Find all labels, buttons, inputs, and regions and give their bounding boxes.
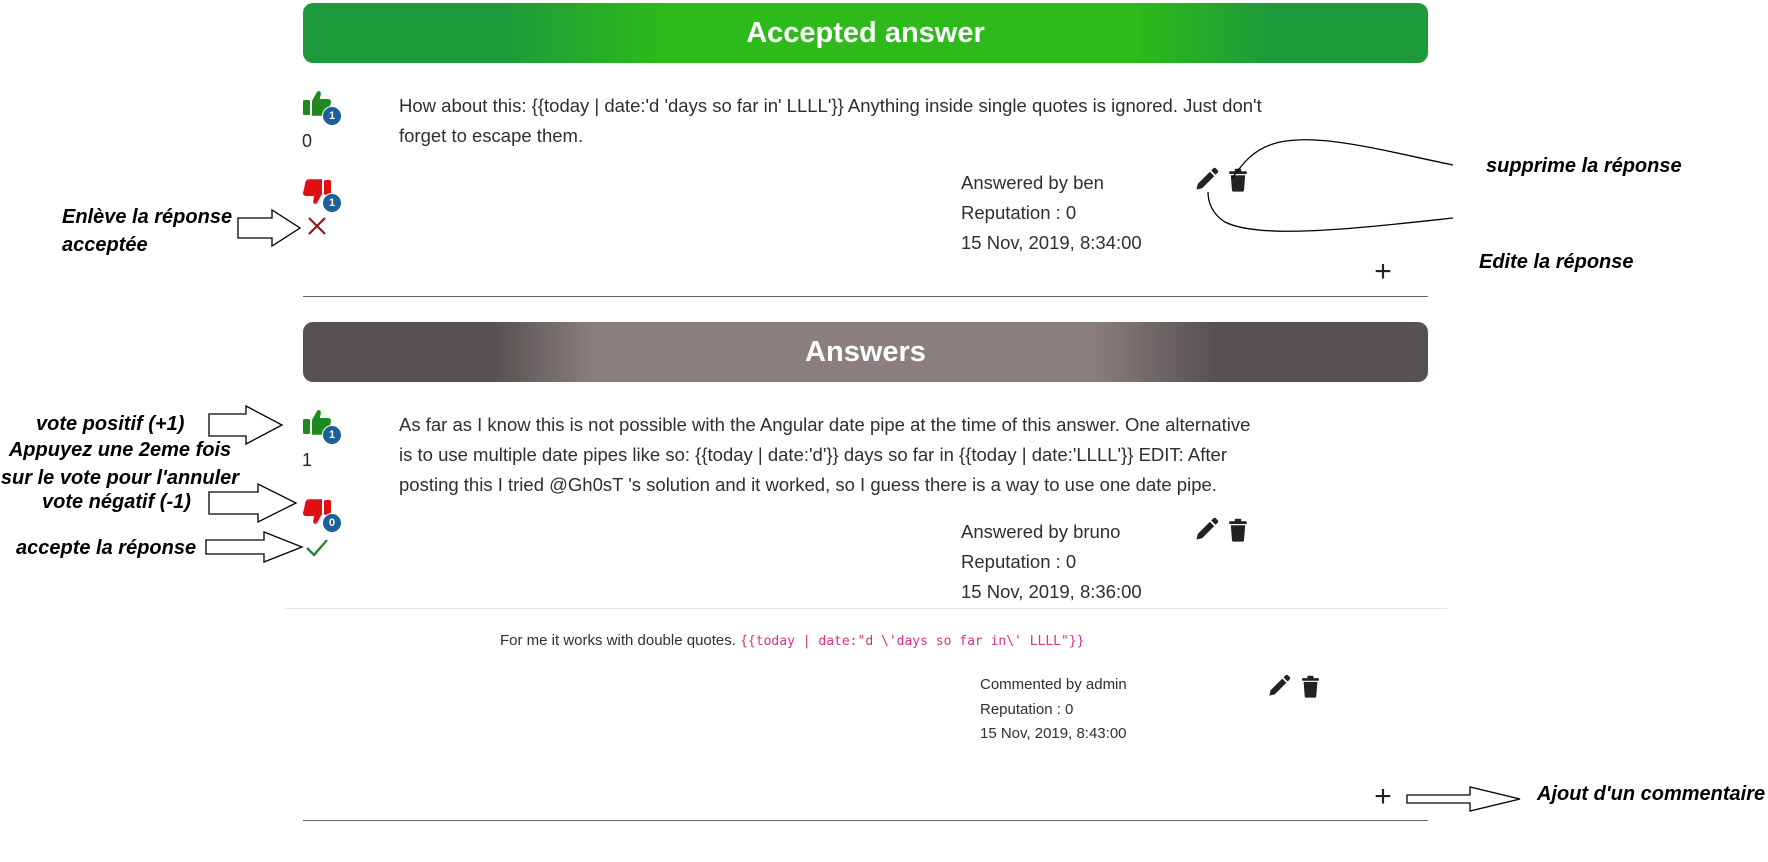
annotation-edit: Edite la réponse — [1479, 251, 1634, 273]
annotation-arrows — [205, 139, 1521, 812]
annotation-add-comment: Ajout d'un commentaire — [1537, 783, 1766, 805]
annotation-accept: accepte la réponse — [16, 537, 197, 559]
annotation-delete: supprime la réponse — [1486, 155, 1682, 177]
annotation-upvote: vote positif (+1) — [36, 413, 185, 435]
annotation-cancel-vote: Appuyez une 2eme fois sur le vote pour l… — [0, 439, 240, 489]
annotation-unaccept: Enlève la réponse acceptée — [62, 206, 233, 256]
annotation-downvote: vote négatif (-1) — [42, 491, 191, 513]
